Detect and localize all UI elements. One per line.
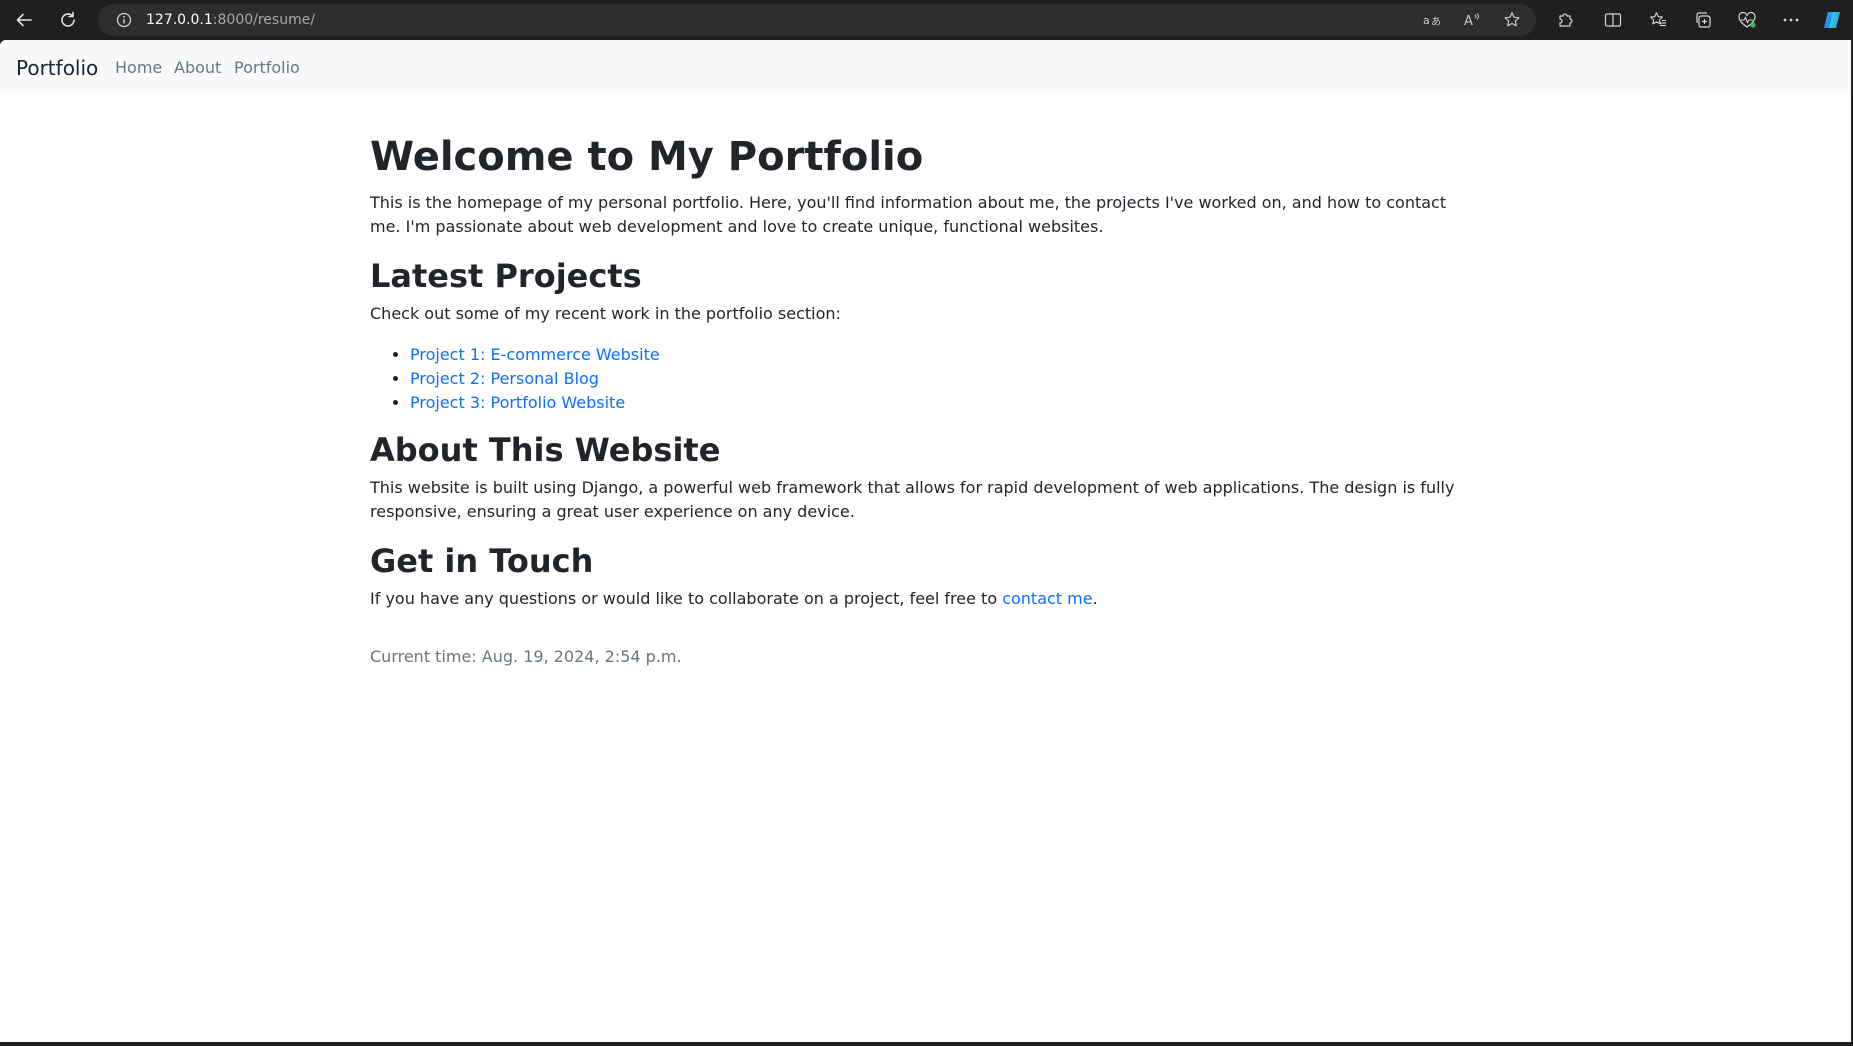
page-viewport: Portfolio Home About Portfolio Welcome t… <box>0 40 1851 1042</box>
reload-icon[interactable] <box>52 6 84 34</box>
projects-text: Check out some of my recent work in the … <box>370 304 841 323</box>
svg-text:a: a <box>1423 14 1430 27</box>
collections-icon[interactable] <box>1688 6 1718 34</box>
project-link-3[interactable]: Project 3: Portfolio Website <box>410 393 625 412</box>
current-time: Current time: Aug. 19, 2024, 2:54 p.m. <box>370 647 682 666</box>
favorites-icon[interactable] <box>1643 6 1673 34</box>
nav-link-about[interactable]: About <box>174 58 221 77</box>
heart-pulse-icon[interactable] <box>1732 6 1762 34</box>
list-item: Project 2: Personal Blog <box>410 367 660 391</box>
intro-paragraph: This is the homepage of my personal port… <box>370 193 1447 236</box>
address-bar[interactable]: 127.0.0.1:8000/resume/ aあ A <box>98 4 1536 36</box>
page-title: Welcome to My Portfolio <box>370 134 924 180</box>
back-arrow-icon[interactable] <box>8 6 40 34</box>
project-link-1[interactable]: Project 1: E-commerce Website <box>410 345 660 364</box>
list-item: Project 3: Portfolio Website <box>410 391 660 415</box>
contact-text-end: . <box>1092 589 1098 608</box>
about-heading: About This Website <box>370 431 721 469</box>
contact-text: If you have any questions or would like … <box>370 589 1003 608</box>
navbar-brand[interactable]: Portfolio <box>16 56 98 80</box>
copilot-icon[interactable] <box>1817 6 1847 34</box>
projects-list: Project 1: E-commerce Website Project 2:… <box>370 343 660 415</box>
svg-text:A: A <box>1464 14 1473 28</box>
info-icon[interactable] <box>110 6 138 34</box>
about-paragraph: This website is built using Django, a po… <box>370 478 1455 521</box>
url-path: :8000/resume/ <box>212 12 316 28</box>
url-host: 127.0.0.1 <box>146 12 213 28</box>
browser-toolbar: 127.0.0.1:8000/resume/ aあ A <box>0 0 1853 40</box>
contact-paragraph: If you have any questions or would like … <box>370 587 1481 611</box>
contact-heading: Get in Touch <box>370 542 594 580</box>
contact-link[interactable]: contact me <box>1002 589 1092 608</box>
site-navbar: Portfolio Home About Portfolio <box>0 40 1851 95</box>
star-icon[interactable] <box>1498 6 1526 34</box>
svg-text:あ: あ <box>1431 16 1441 28</box>
split-screen-icon[interactable] <box>1598 6 1628 34</box>
url-text[interactable]: 127.0.0.1:8000/resume/ <box>146 12 315 28</box>
list-item: Project 1: E-commerce Website <box>410 343 660 367</box>
more-dots-icon[interactable] <box>1776 6 1806 34</box>
translate-icon[interactable]: aあ <box>1418 6 1446 34</box>
puzzle-icon[interactable] <box>1551 6 1581 34</box>
project-link-2[interactable]: Project 2: Personal Blog <box>410 369 599 388</box>
read-aloud-icon[interactable]: A <box>1458 6 1486 34</box>
nav-link-portfolio[interactable]: Portfolio <box>234 58 300 77</box>
projects-heading: Latest Projects <box>370 257 642 295</box>
nav-link-home[interactable]: Home <box>115 58 162 77</box>
